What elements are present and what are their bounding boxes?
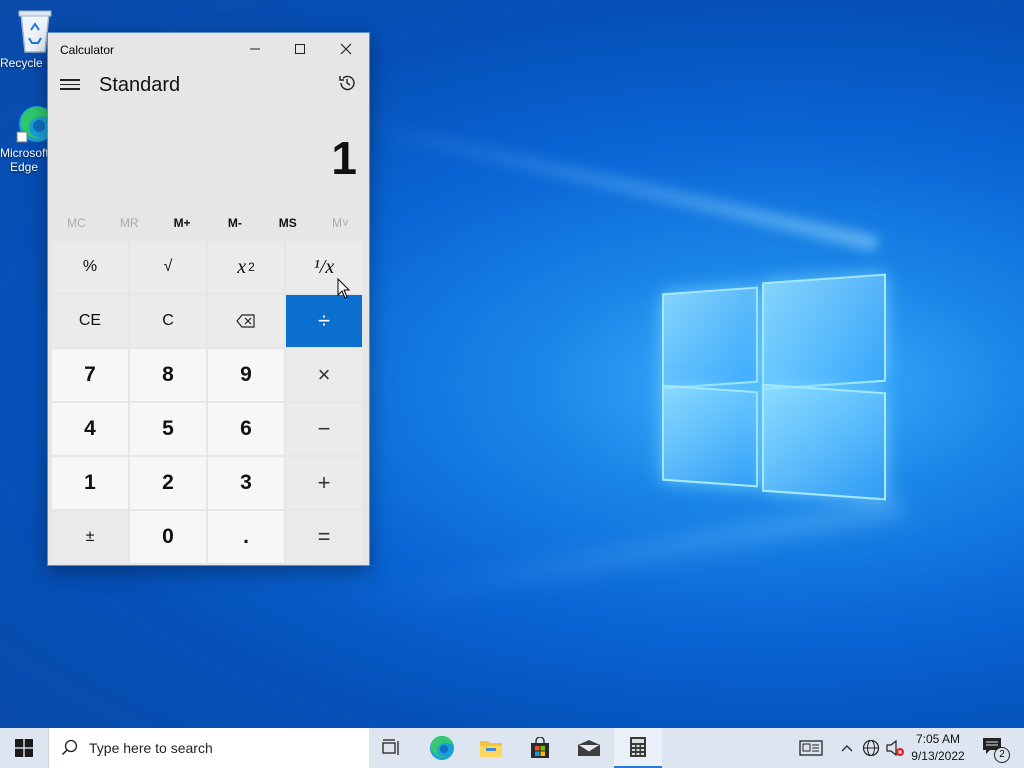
taskbar-mail-button[interactable] bbox=[565, 728, 613, 768]
action-center-button[interactable]: 2 bbox=[978, 728, 1010, 768]
memory-add-button[interactable]: M+ bbox=[156, 207, 209, 239]
clock-time: 7:05 AM bbox=[915, 732, 961, 746]
memory-list-button[interactable]: M˅ bbox=[314, 207, 367, 239]
clear-button[interactable]: C bbox=[130, 295, 206, 347]
mail-icon bbox=[577, 740, 601, 756]
digit-8-button[interactable]: 8 bbox=[130, 349, 206, 401]
plus-button[interactable]: + bbox=[286, 457, 362, 509]
light-beam-upper bbox=[368, 120, 879, 251]
search-placeholder: Type here to search bbox=[89, 740, 213, 756]
chevron-up-icon bbox=[841, 745, 853, 752]
search-icon bbox=[61, 739, 78, 756]
display-value: 1 bbox=[331, 132, 357, 184]
windows-start-icon bbox=[15, 739, 33, 757]
taskbar: Type here to search 7:05 AM 9/13/2022 2 bbox=[0, 728, 1024, 768]
memory-recall-button[interactable]: MR bbox=[103, 207, 156, 239]
taskbar-edge-button[interactable] bbox=[418, 728, 466, 768]
memory-subtract-button[interactable]: M- bbox=[208, 207, 261, 239]
volume-button[interactable] bbox=[884, 728, 906, 768]
digit-9-button[interactable]: 9 bbox=[208, 349, 284, 401]
history-icon[interactable] bbox=[337, 73, 359, 95]
backspace-icon bbox=[236, 314, 255, 328]
minimize-button[interactable] bbox=[232, 33, 278, 65]
digit-4-button[interactable]: 4 bbox=[52, 403, 128, 455]
keypad: % √ x2 ¹/x CE C ÷ 7 8 9 × 4 5 6 − 1 2 3 … bbox=[48, 239, 369, 563]
result-display: 1 bbox=[48, 105, 369, 207]
calculator-mode-title: Standard bbox=[99, 74, 181, 96]
digit-6-button[interactable]: 6 bbox=[208, 403, 284, 455]
memory-row: MC MR M+ M- MS M˅ bbox=[48, 207, 369, 239]
multiply-button[interactable]: × bbox=[286, 349, 362, 401]
clock-date: 9/13/2022 bbox=[911, 749, 965, 763]
square-base: x bbox=[237, 255, 247, 278]
taskbar-calculator-button[interactable] bbox=[614, 728, 662, 768]
minus-button[interactable]: − bbox=[286, 403, 362, 455]
negate-button[interactable]: ± bbox=[52, 511, 128, 563]
square-root-button[interactable]: √ bbox=[130, 241, 206, 293]
taskbar-clock[interactable]: 7:05 AM 9/13/2022 bbox=[906, 731, 970, 765]
desktop-icon-label: Microsoft Edge bbox=[0, 146, 48, 174]
show-hidden-icons-button[interactable] bbox=[836, 728, 858, 768]
digit-5-button[interactable]: 5 bbox=[130, 403, 206, 455]
decimal-button[interactable]: . bbox=[208, 511, 284, 563]
square-exponent: 2 bbox=[248, 260, 255, 274]
edge-icon bbox=[430, 735, 454, 760]
digit-1-button[interactable]: 1 bbox=[52, 457, 128, 509]
windows-logo-wallpaper bbox=[662, 270, 886, 501]
calc-header: Standard bbox=[48, 67, 369, 105]
light-beam-lower bbox=[368, 496, 904, 610]
reciprocal-label: ¹/x bbox=[313, 255, 335, 278]
percent-button[interactable]: % bbox=[52, 241, 128, 293]
store-icon bbox=[531, 737, 549, 758]
network-globe-icon bbox=[862, 739, 880, 757]
title-bar[interactable]: Calculator bbox=[48, 33, 369, 67]
calculator-window[interactable]: Calculator Standard 1 MC MR M+ M- MS M˅ bbox=[47, 32, 370, 566]
news-widget-button[interactable] bbox=[794, 728, 828, 768]
news-icon bbox=[799, 740, 823, 756]
clear-entry-button[interactable]: CE bbox=[52, 295, 128, 347]
equals-button[interactable]: = bbox=[286, 511, 362, 563]
taskbar-file-explorer-button[interactable] bbox=[467, 728, 515, 768]
volume-muted-icon bbox=[886, 739, 904, 757]
taskbar-search-box[interactable]: Type here to search bbox=[48, 728, 369, 768]
notification-count-badge: 2 bbox=[994, 747, 1010, 763]
start-button[interactable] bbox=[0, 728, 48, 768]
calculator-icon bbox=[630, 737, 646, 757]
digit-7-button[interactable]: 7 bbox=[52, 349, 128, 401]
desktop-icon-label: Recycle Bin bbox=[0, 56, 48, 70]
network-button[interactable] bbox=[860, 728, 882, 768]
digit-3-button[interactable]: 3 bbox=[208, 457, 284, 509]
digit-2-button[interactable]: 2 bbox=[130, 457, 206, 509]
divide-button[interactable]: ÷ bbox=[286, 295, 362, 347]
menu-icon[interactable] bbox=[60, 76, 80, 96]
mouse-cursor-icon bbox=[337, 278, 351, 299]
memory-store-button[interactable]: MS bbox=[261, 207, 314, 239]
backspace-button[interactable] bbox=[208, 295, 284, 347]
maximize-button[interactable] bbox=[277, 33, 323, 65]
square-button[interactable]: x2 bbox=[208, 241, 284, 293]
task-view-icon bbox=[382, 739, 399, 755]
taskbar-store-button[interactable] bbox=[516, 728, 564, 768]
window-title: Calculator bbox=[60, 43, 115, 57]
task-view-button[interactable] bbox=[368, 728, 416, 768]
digit-0-button[interactable]: 0 bbox=[130, 511, 206, 563]
close-button[interactable] bbox=[323, 33, 369, 65]
file-explorer-icon bbox=[480, 741, 502, 757]
memory-clear-button[interactable]: MC bbox=[50, 207, 103, 239]
